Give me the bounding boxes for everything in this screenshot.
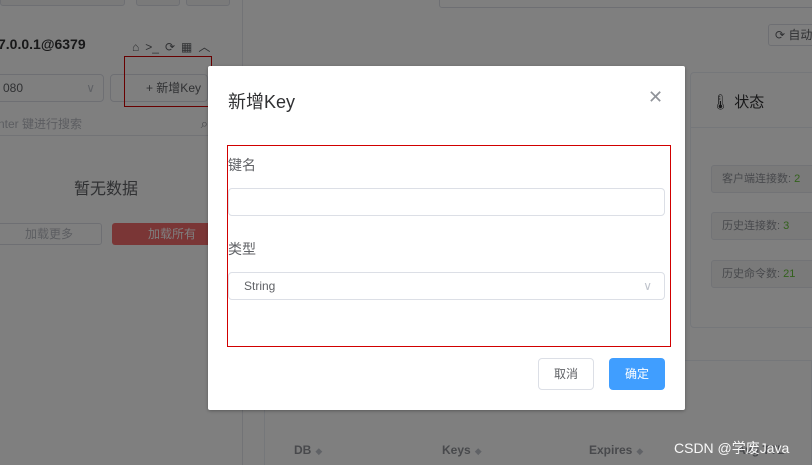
- key-name-input[interactable]: [228, 188, 665, 216]
- type-label: 类型: [228, 241, 256, 257]
- confirm-button[interactable]: 确定: [609, 358, 665, 390]
- type-select[interactable]: String ∨: [228, 272, 665, 300]
- chevron-down-icon: ∨: [643, 279, 652, 293]
- close-icon[interactable]: ✕: [648, 88, 663, 106]
- key-name-label: 键名: [228, 157, 256, 173]
- highlight-box: [227, 145, 671, 347]
- cancel-button[interactable]: 取消: [538, 358, 594, 390]
- add-key-dialog: 新增Key ✕ 键名 类型 String ∨ 取消 确定: [208, 66, 685, 410]
- watermark: CSDN @学废Java: [674, 440, 790, 456]
- dialog-title: 新增Key: [228, 92, 296, 112]
- type-select-value: String: [244, 279, 276, 293]
